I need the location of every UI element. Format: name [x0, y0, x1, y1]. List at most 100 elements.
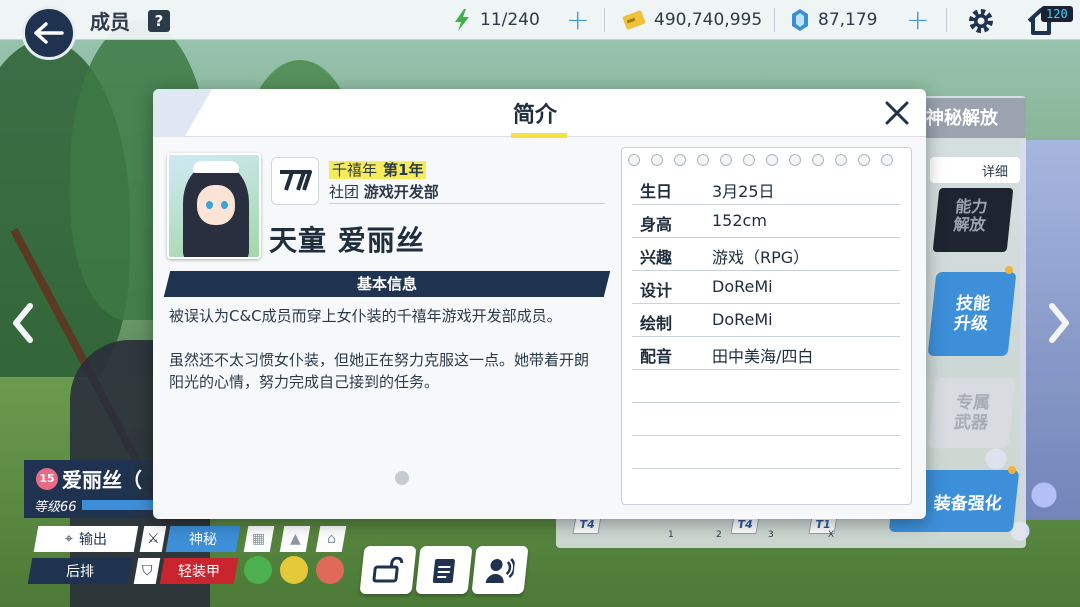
- profile-value: DoReMi: [712, 310, 773, 329]
- notebook-ring: [881, 154, 893, 166]
- notebook-ring: [743, 154, 755, 166]
- unique-weapon-label: 专属武器: [952, 393, 992, 433]
- school-name: 千禧年: [329, 161, 381, 179]
- divider: [774, 8, 775, 32]
- profile-row-height: 身高 152cm: [632, 205, 900, 238]
- section-label: 基本信息: [356, 275, 417, 293]
- ap-counter: 11/240: [452, 8, 540, 32]
- add-gems-button[interactable]: +: [906, 6, 929, 34]
- close-icon[interactable]: [883, 99, 911, 127]
- voice-speaker-icon: [485, 558, 516, 583]
- empty-row: [632, 370, 900, 403]
- profile-value: 3月25日: [712, 182, 775, 201]
- notebook-ring: [789, 154, 801, 166]
- add-ap-button[interactable]: +: [566, 6, 589, 34]
- divider: [329, 203, 605, 204]
- page-title: 成员: [90, 10, 130, 34]
- maid-headband: [193, 161, 239, 173]
- bond-level-badge: 15: [36, 468, 58, 490]
- unlock-icon: [372, 557, 404, 583]
- indoor-mood-sad-icon: [316, 556, 344, 584]
- notification-dot: [1008, 466, 1016, 474]
- character-description: 被误认为C&C成员而穿上女仆装的千禧年游戏开发部成员。 虽然还不太习惯女仆装，但…: [169, 305, 589, 415]
- notebook-ring: [674, 154, 686, 166]
- school-info: 千禧年 第1年: [329, 159, 427, 180]
- notification-dot: [1005, 266, 1013, 274]
- club-name: 游戏开发部: [363, 183, 439, 201]
- profile-row-illustrator: 绘制 DoReMi: [632, 304, 900, 337]
- empty-row: [632, 436, 900, 469]
- profile-key: 身高: [640, 215, 673, 234]
- notebook-ring: [720, 154, 732, 166]
- fps-counter: 120: [1041, 6, 1073, 22]
- detail-button[interactable]: 详细: [930, 157, 1020, 183]
- notepad-icon: [432, 559, 455, 583]
- equipment-slot-number: X: [828, 530, 835, 540]
- help-icon[interactable]: ?: [148, 10, 170, 32]
- title-underline: [511, 133, 567, 138]
- equipment-slot-number: 1: [668, 530, 674, 540]
- lightning-icon: [455, 9, 469, 31]
- divider: [604, 8, 605, 32]
- profile-row-designer: 设计 DoReMi: [632, 271, 900, 304]
- ap-value: 11/240: [480, 10, 540, 30]
- city-mood-happy-icon: [244, 556, 272, 584]
- student-level: 等级66: [34, 500, 77, 515]
- skill-upgrade-button[interactable]: 技能升级: [927, 272, 1017, 356]
- profile-row-birthday: 生日 3月25日: [632, 172, 900, 205]
- notebook-ring: [858, 154, 870, 166]
- sword-icon: ⚔: [139, 526, 167, 552]
- voice-button[interactable]: [471, 546, 529, 594]
- notebook-ring: [835, 154, 847, 166]
- credit-card-icon: [622, 10, 646, 30]
- profile-value: 田中美海/四白: [712, 347, 814, 366]
- position-label: 后排: [66, 564, 94, 580]
- profile-key: 配音: [640, 347, 673, 366]
- millennium-school-logo-icon: [271, 157, 319, 205]
- profile-notebook: 生日 3月25日 身高 152cm 兴趣 游戏（RPG） 设计 DoReMi 绘…: [621, 147, 912, 505]
- equipment-enhance-label: 装备强化: [932, 493, 1003, 514]
- back-arrow-icon: [34, 22, 64, 44]
- profile-dialog: 简介 千禧年 第1年 社团 游戏开发部 天童 爱丽丝 基本信息 被误认为C&C成员…: [153, 89, 926, 519]
- lock-toggle-button[interactable]: [359, 546, 417, 594]
- back-button[interactable]: [22, 6, 76, 60]
- role-tag: ⌖ 输出: [33, 526, 139, 552]
- profile-key: 设计: [640, 281, 673, 300]
- next-student-arrow-icon[interactable]: [1044, 300, 1074, 346]
- position-tag: 后排: [27, 558, 133, 584]
- notebook-ring: [651, 154, 663, 166]
- outdoor-terrain-icon: ▲: [279, 526, 311, 552]
- profile-row-voice-actor: 配音 田中美海/四白: [632, 337, 900, 370]
- shield-icon: ⛉: [133, 558, 161, 584]
- locked-ability-card: 能力解放: [932, 188, 1014, 252]
- crosshair-icon: ⌖: [65, 531, 73, 547]
- skill-upgrade-label: 技能升级: [952, 294, 992, 334]
- profile-button[interactable]: [415, 546, 473, 594]
- previous-student-arrow-icon[interactable]: [8, 300, 38, 346]
- dialog-title: 简介: [513, 103, 558, 128]
- profile-value: 游戏（RPG）: [712, 248, 810, 267]
- profile-value: DoReMi: [712, 277, 773, 296]
- student-portrait: [167, 153, 261, 259]
- outdoor-mood-neutral-icon: [280, 556, 308, 584]
- profile-key: 生日: [640, 182, 673, 201]
- description-paragraph: 被误认为C&C成员而穿上女仆装的千禧年游戏开发部成员。: [169, 307, 562, 325]
- role-label: 输出: [78, 532, 107, 548]
- notebook-ring: [812, 154, 824, 166]
- locked-ability-label: 能力解放: [952, 197, 989, 234]
- pyroxene-gem-icon: [792, 9, 808, 31]
- empty-row: [632, 403, 900, 436]
- city-terrain-icon: ▦: [243, 526, 275, 552]
- profile-key: 绘制: [640, 314, 673, 333]
- school-grade: 第1年: [380, 161, 427, 179]
- club-label: 社团: [329, 183, 360, 201]
- indoor-terrain-icon: ⌂: [315, 526, 347, 552]
- notebook-ring: [628, 154, 640, 166]
- equipment-slot-number: 2: [716, 530, 722, 540]
- mystic-release-label: 神秘解放: [926, 108, 998, 129]
- unique-weapon-button[interactable]: 专属武器: [928, 378, 1016, 448]
- gems-value: 87,179: [818, 10, 878, 30]
- armor-type-label: 轻装甲: [178, 564, 220, 580]
- page-indicator-dot[interactable]: [395, 471, 409, 485]
- gear-icon[interactable]: [966, 6, 996, 36]
